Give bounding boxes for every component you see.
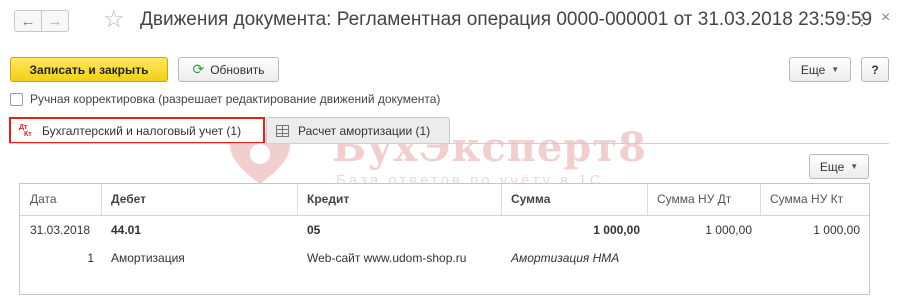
more-menu-icon[interactable]: ⋮ (854, 10, 871, 30)
column-divider (647, 184, 648, 215)
column-divider (760, 184, 761, 215)
close-icon[interactable]: × (881, 9, 890, 27)
row-amount-content: Амортизация НМА (511, 251, 620, 265)
column-nu-debit[interactable]: Сумма НУ Дт (657, 184, 731, 215)
entries-table[interactable]: Дата Дебет Кредит Сумма Сумма НУ Дт Сумм… (19, 183, 870, 295)
row-debit-subconto: Амортизация (111, 251, 185, 265)
column-divider (101, 184, 102, 215)
manual-correction-checkbox[interactable] (10, 92, 23, 106)
tab-panel-divider (9, 143, 889, 144)
row-debit-account: 44.01 (111, 223, 142, 237)
column-credit[interactable]: Кредит (307, 184, 349, 215)
star-icon[interactable]: ☆ (103, 7, 125, 33)
arrow-left-icon[interactable]: ← (14, 10, 42, 32)
table-grid-icon (276, 125, 289, 137)
row-credit-account: 05 (307, 223, 321, 237)
refresh-button[interactable]: ⟳ Обновить (178, 57, 279, 82)
tab-depreciation[interactable]: Расчет амортизации (1) (266, 117, 450, 144)
column-nu-credit[interactable]: Сумма НУ Кт (770, 184, 843, 215)
row-nu-credit: 1 000,00 (813, 223, 860, 237)
save-and-close-button[interactable]: Записать и закрыть (10, 57, 168, 82)
window-title: Движения документа: Регламентная операци… (140, 9, 873, 30)
more-button-label: Еще (800, 62, 826, 77)
column-amount[interactable]: Сумма (511, 184, 550, 215)
row-credit-subconto: Web-сайт www.udom-shop.ru (307, 251, 467, 265)
column-divider (501, 184, 502, 215)
title-bar: ← → ☆ Движения документа: Регламентная о… (0, 0, 902, 46)
chevron-down-icon: ▼ (850, 162, 859, 171)
row-date: 31.03.2018 (30, 223, 91, 237)
dt-kt-icon: Дт Кт (19, 123, 32, 138)
help-button[interactable]: ? (861, 57, 889, 82)
table-more-button[interactable]: Еще ▼ (809, 154, 869, 179)
manual-correction-label: Ручная корректировка (разрешает редактир… (30, 92, 441, 106)
arrow-right-icon[interactable]: → (41, 10, 69, 32)
row-nu-debit: 1 000,00 (705, 223, 752, 237)
tab-accounting[interactable]: Дт Кт Бухгалтерский и налоговый учет (1) (9, 117, 265, 144)
column-divider (297, 184, 298, 215)
tab-accounting-label: Бухгалтерский и налоговый учет (1) (42, 123, 242, 138)
row-line-number: 1 (87, 251, 94, 265)
column-date[interactable]: Дата (30, 184, 57, 215)
table-more-button-label: Еще (819, 159, 845, 174)
table-header: Дата Дебет Кредит Сумма Сумма НУ Дт Сумм… (20, 184, 869, 216)
more-button[interactable]: Еще ▼ (789, 57, 851, 82)
column-debit[interactable]: Дебет (111, 184, 146, 215)
row-amount: 1 000,00 (593, 223, 640, 237)
chevron-down-icon: ▼ (831, 65, 840, 74)
refresh-icon: ⟳ (192, 61, 205, 77)
refresh-button-label: Обновить (210, 62, 265, 77)
tab-depreciation-label: Расчет амортизации (1) (298, 124, 431, 138)
manual-correction-row[interactable]: Ручная корректировка (разрешает редактир… (10, 92, 440, 106)
